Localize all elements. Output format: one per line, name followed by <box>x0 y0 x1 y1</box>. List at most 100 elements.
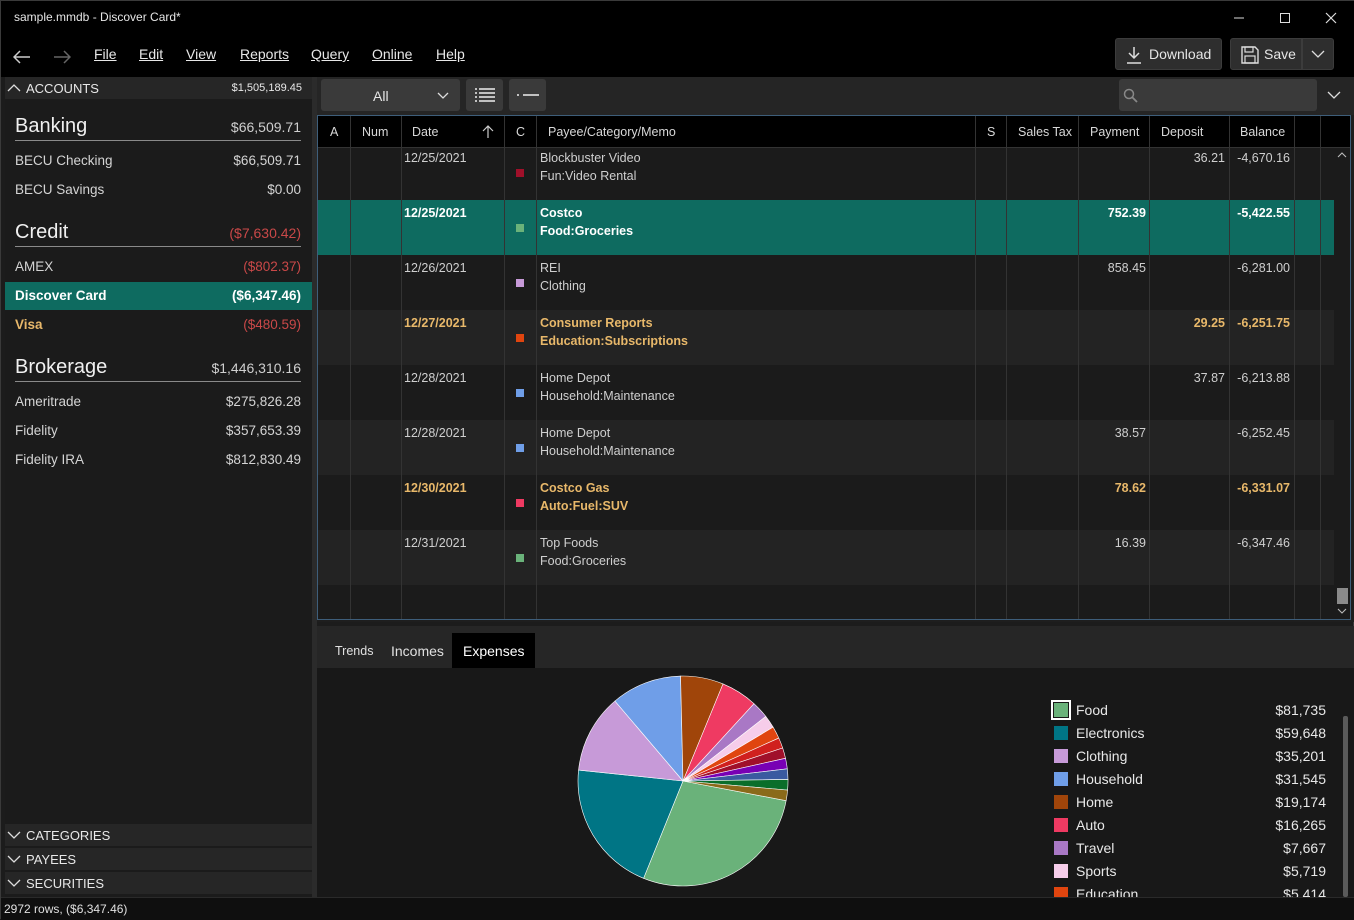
legend-item[interactable]: Education $5,414 <box>1050 884 1326 897</box>
legend-swatch <box>1054 887 1068 897</box>
col-num[interactable]: Num <box>362 116 388 148</box>
menu-online[interactable]: Online <box>372 46 412 62</box>
account-discover-card[interactable]: Discover Card ($6,347.46) <box>5 282 312 310</box>
legend-scrollbar[interactable] <box>1343 716 1348 897</box>
accounts-section-header[interactable]: ACCOUNTS $1,505,189.45 <box>5 77 312 99</box>
close-button[interactable] <box>1308 1 1354 35</box>
group-name: Banking <box>15 115 88 137</box>
tab-incomes[interactable]: Incomes <box>380 633 455 668</box>
legend-item[interactable]: Household $31,545 <box>1050 769 1326 792</box>
scroll-down-icon <box>1337 608 1347 614</box>
maximize-button[interactable] <box>1262 1 1308 35</box>
col-a[interactable]: A <box>330 116 338 148</box>
title-bar: sample.mmdb - Discover Card* <box>1 1 1354 35</box>
tab-expenses[interactable]: Expenses <box>452 633 536 668</box>
save-options-button[interactable] <box>1302 38 1334 70</box>
account-becu-checking[interactable]: BECU Checking $66,509.71 <box>5 147 312 175</box>
col-s[interactable]: S <box>987 116 995 148</box>
chart-legend: Food $81,735 Electronics $59,648 Clothing $35… <box>1050 700 1330 897</box>
legend-item[interactable]: Electronics $59,648 <box>1050 723 1326 746</box>
category-color-swatch <box>516 224 524 232</box>
account-amex[interactable]: AMEX ($802.37) <box>5 253 312 281</box>
register-scrollbar[interactable] <box>1334 148 1350 619</box>
tab-trends[interactable]: Trends <box>324 633 384 668</box>
col-deposit[interactable]: Deposit <box>1161 116 1203 148</box>
menu-file[interactable]: File <box>94 46 117 62</box>
back-arrow-icon <box>13 50 30 64</box>
scroll-thumb[interactable] <box>1337 588 1348 604</box>
col-date[interactable]: Date <box>412 116 438 148</box>
col-balance[interactable]: Balance <box>1240 116 1285 148</box>
table-row[interactable]: 12/30/2021 Costco Gas Auto:Fuel:SUV 78.62 -6… <box>318 475 1334 530</box>
legend-swatch <box>1054 749 1068 763</box>
collapse-button[interactable] <box>509 79 546 111</box>
table-row[interactable]: 12/28/2021 Home Depot Household:Maintenanc… <box>318 365 1334 420</box>
legend-value: $19,174 <box>1275 794 1326 810</box>
group-credit: Credit ($7,630.42) <box>15 219 301 247</box>
table-row[interactable]: 12/28/2021 Home Depot Household:Maintenanc… <box>318 420 1334 475</box>
minimize-button[interactable] <box>1216 1 1262 35</box>
group-amount: ($7,630.42) <box>229 225 301 241</box>
group-name: Brokerage <box>15 356 108 378</box>
account-name: BECU Savings <box>15 182 105 197</box>
categories-section-header[interactable]: CATEGORIES <box>5 824 312 846</box>
legend-item[interactable]: Home $19,174 <box>1050 792 1326 815</box>
legend-swatch <box>1054 841 1068 855</box>
account-name: Discover Card <box>15 288 107 303</box>
filter-dropdown[interactable]: All <box>321 79 460 111</box>
account-fidelity-ira[interactable]: Fidelity IRA $812,830.49 <box>5 446 312 474</box>
table-row[interactable]: 12/27/2021 Consumer Reports Education:Subs… <box>318 310 1334 365</box>
download-button[interactable]: Download <box>1115 38 1222 70</box>
search-icon <box>1123 88 1138 103</box>
col-payment[interactable]: Payment <box>1090 116 1139 148</box>
cell-deposit: 37.87 <box>1193 371 1225 385</box>
chevron-down-icon[interactable] <box>1327 91 1341 99</box>
account-ameritrade[interactable]: Ameritrade $275,826.28 <box>5 388 312 416</box>
cell-payment: 858.45 <box>1107 261 1146 275</box>
legend-item[interactable]: Travel $7,667 <box>1050 838 1326 861</box>
cell-payee: Top Foods <box>540 536 599 550</box>
account-fidelity[interactable]: Fidelity $357,653.39 <box>5 417 312 445</box>
menu-edit[interactable]: Edit <box>139 46 163 62</box>
table-row[interactable]: 12/26/2021 REI Clothing 858.45 -6,281.00 <box>318 255 1334 310</box>
account-becu-savings[interactable]: BECU Savings $0.00 <box>5 176 312 204</box>
legend-value: $59,648 <box>1275 725 1326 741</box>
legend-item[interactable]: Auto $16,265 <box>1050 815 1326 838</box>
col-sales-tax[interactable]: Sales Tax <box>1018 116 1072 148</box>
securities-header-label: SECURITIES <box>26 875 105 891</box>
download-icon <box>1127 47 1141 64</box>
accounts-header-label: ACCOUNTS <box>26 80 99 96</box>
table-row[interactable]: 12/25/2021 Costco Food:Groceries 752.39 -5,4… <box>318 200 1334 255</box>
account-visa[interactable]: Visa ($480.59) <box>5 311 312 339</box>
legend-item[interactable]: Food $81,735 <box>1050 700 1326 723</box>
col-c[interactable]: C <box>516 116 525 148</box>
menu-reports[interactable]: Reports <box>240 46 289 62</box>
menu-query[interactable]: Query <box>311 46 349 62</box>
search-input[interactable] <box>1119 79 1317 111</box>
col-payee[interactable]: Payee/Category/Memo <box>548 116 676 148</box>
table-row[interactable]: 12/25/2021 Blockbuster Video Fun:Video Ren… <box>318 148 1334 200</box>
securities-section-header[interactable]: SECURITIES <box>5 872 312 894</box>
legend-label: Clothing <box>1076 748 1128 764</box>
cell-payee: Costco <box>540 206 583 220</box>
legend-value: $81,735 <box>1275 702 1326 718</box>
status-bar: 2972 rows, ($6,347.46) <box>1 897 1354 920</box>
list-view-button[interactable] <box>466 79 503 111</box>
menu-view[interactable]: View <box>186 46 216 62</box>
cell-payee: REI <box>540 261 561 275</box>
legend-item[interactable]: Sports $5,719 <box>1050 861 1326 884</box>
forward-button[interactable] <box>48 43 76 71</box>
back-button[interactable] <box>8 43 36 71</box>
table-row[interactable]: 12/31/2021 Top Foods Food:Groceries 16.39 -6… <box>318 530 1334 585</box>
legend-item[interactable]: Clothing $35,201 <box>1050 746 1326 769</box>
payees-section-header[interactable]: PAYEES <box>5 848 312 870</box>
save-button[interactable]: Save <box>1230 38 1302 70</box>
cell-category: Fun:Video Rental <box>540 169 637 183</box>
legend-label: Auto <box>1076 817 1105 833</box>
cell-balance: -6,281.00 <box>1237 261 1290 275</box>
collapse-icon <box>517 94 539 96</box>
minimize-icon <box>1234 17 1244 19</box>
menu-help[interactable]: Help <box>436 46 465 62</box>
cell-category: Household:Maintenance <box>540 444 675 458</box>
legend-label: Food <box>1076 702 1108 718</box>
